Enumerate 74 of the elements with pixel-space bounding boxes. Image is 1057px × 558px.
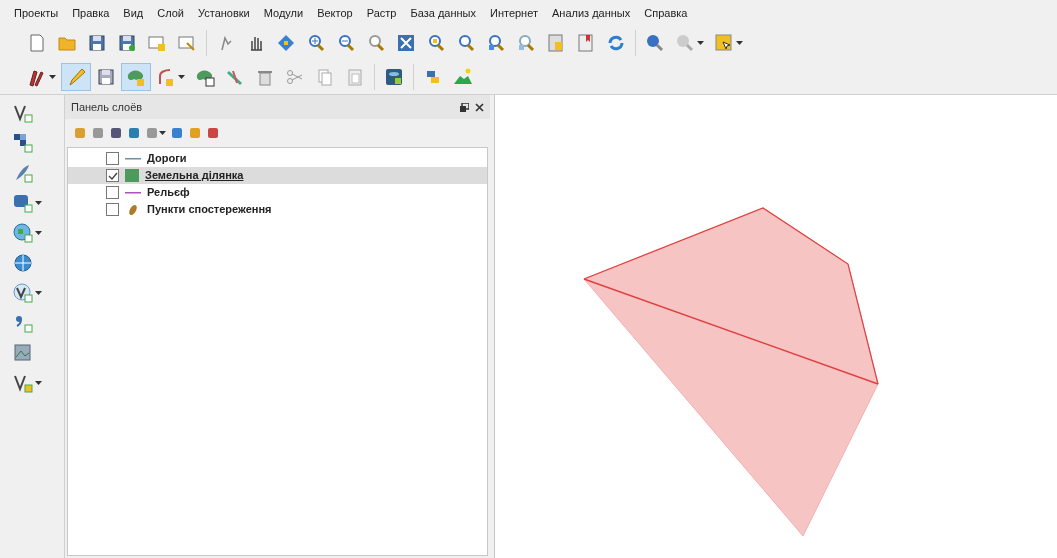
add-vector-layer-icon — [13, 103, 33, 123]
caret-icon — [697, 41, 704, 45]
checkbox[interactable] — [106, 152, 119, 165]
save-edits-icon — [96, 67, 116, 87]
zoom-full-icon — [396, 33, 416, 53]
caret-icon — [178, 75, 185, 79]
menu-item[interactable]: Справка — [644, 4, 688, 22]
add-raster-layer-icon — [13, 133, 33, 153]
caret-icon — [49, 75, 56, 79]
caret-icon — [35, 231, 42, 235]
menu-item[interactable]: Слой — [157, 4, 184, 22]
database-icon — [384, 67, 404, 87]
checkbox[interactable] — [106, 203, 119, 216]
select-features-icon — [714, 33, 734, 53]
menu-item[interactable]: Интернет — [490, 4, 538, 22]
menu-item[interactable]: Растр — [366, 4, 397, 22]
checkbox[interactable] — [106, 186, 119, 199]
float-icon[interactable] — [460, 102, 469, 112]
menu-item[interactable]: Анализ данных — [552, 4, 631, 22]
caret-icon — [159, 131, 166, 135]
select-icon — [675, 33, 695, 53]
caret-icon — [35, 381, 42, 385]
refresh-icon — [606, 33, 626, 53]
zoom-layer-icon — [456, 33, 476, 53]
layer-row[interactable]: Дороги — [68, 150, 487, 167]
new-document-icon — [27, 33, 47, 53]
save-as-icon — [117, 33, 137, 53]
zoom-native-icon — [366, 33, 386, 53]
zoom-in-icon — [306, 33, 326, 53]
bookmark-icon — [546, 33, 566, 53]
layer-name: Пункти спостереження — [147, 202, 272, 218]
menu-item[interactable]: База данных — [410, 4, 476, 22]
close-icon[interactable] — [475, 102, 484, 112]
zoom-out-icon — [336, 33, 356, 53]
globe-icon — [13, 223, 33, 243]
bookmarks-icon — [576, 33, 596, 53]
pencil-icon — [66, 67, 86, 87]
copy-icon — [315, 67, 335, 87]
menu-item[interactable]: Правка — [72, 4, 110, 22]
scissors-icon — [285, 67, 305, 87]
layer-row[interactable]: Рельєф — [68, 184, 487, 201]
menu-item[interactable]: Модули — [263, 4, 304, 22]
menu-item[interactable]: Вектор — [317, 4, 353, 22]
menu-item[interactable]: Установки — [197, 4, 250, 22]
add-layer-icon — [13, 193, 33, 213]
caret-icon — [35, 201, 42, 205]
panel-title: Панель слоёв — [71, 99, 143, 115]
zoom-selection-icon — [426, 33, 446, 53]
identify-icon — [645, 33, 665, 53]
checkbox[interactable] — [106, 169, 119, 182]
comma-icon — [13, 313, 33, 333]
layer-name: Дороги — [147, 151, 187, 167]
paste-icon — [345, 67, 365, 87]
menu-item[interactable]: Проекты — [14, 4, 59, 22]
map-layer-icon — [13, 343, 33, 363]
layer-row[interactable]: Земельна ділянка — [68, 167, 487, 184]
new-layout-icon — [147, 33, 167, 53]
layout-manager-icon — [177, 33, 197, 53]
caret-icon — [736, 41, 743, 45]
node-tool-icon — [156, 67, 176, 87]
menu-item[interactable]: Вид — [123, 4, 144, 22]
plugin-icon — [453, 67, 473, 87]
caret-icon — [35, 291, 42, 295]
add-vector-layer-icon — [13, 283, 33, 303]
save-icon — [87, 33, 107, 53]
add-vector-layer-icon — [13, 373, 33, 393]
layer-name: Земельна ділянка — [145, 168, 244, 184]
zoom-next-icon — [516, 33, 536, 53]
feather-icon — [13, 163, 33, 183]
layer-row[interactable]: Пункти спостереження — [68, 201, 487, 218]
layer-name: Рельєф — [147, 185, 190, 201]
zoom-last-icon — [486, 33, 506, 53]
globe-icon — [13, 253, 33, 273]
pan-to-selection-icon — [276, 33, 296, 53]
